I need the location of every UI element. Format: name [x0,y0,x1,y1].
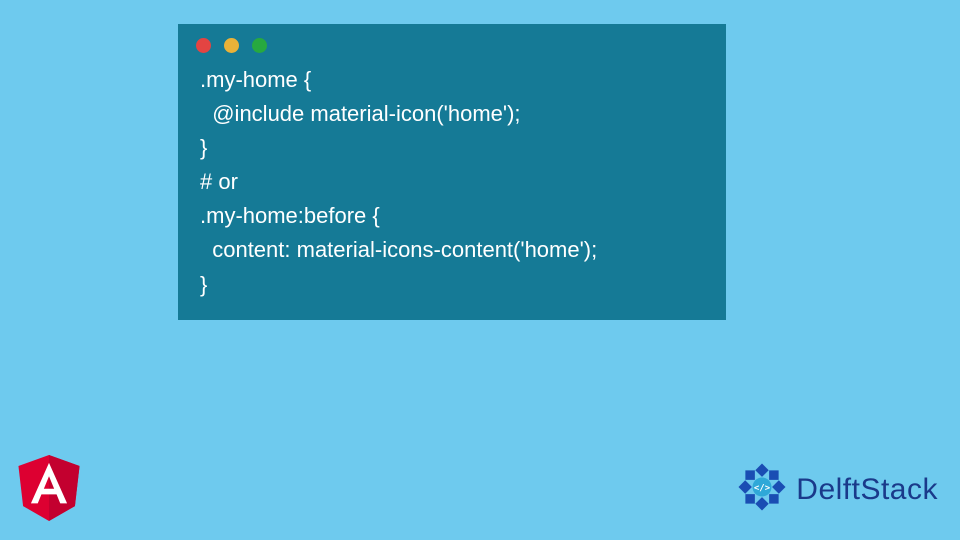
close-icon [196,38,211,53]
code-line: } [200,135,207,160]
code-line: content: material-icons-content('home'); [200,237,597,262]
code-line: @include material-icon('home'); [200,101,521,126]
minimize-icon [224,38,239,53]
delftstack-brand: </> DelftStack [734,459,938,520]
code-line: .my-home { [200,67,311,92]
window-traffic-lights [178,24,726,63]
delftstack-logo-icon: </> [734,459,790,520]
code-line: # or [200,169,238,194]
angular-logo-icon [18,455,80,526]
delftstack-name: DelftStack [796,473,938,507]
maximize-icon [252,38,267,53]
code-block: .my-home { @include material-icon('home'… [178,63,726,302]
code-line: .my-home:before { [200,203,380,228]
svg-text:</>: </> [754,483,770,493]
code-window: .my-home { @include material-icon('home'… [178,24,726,320]
code-line: } [200,272,207,297]
